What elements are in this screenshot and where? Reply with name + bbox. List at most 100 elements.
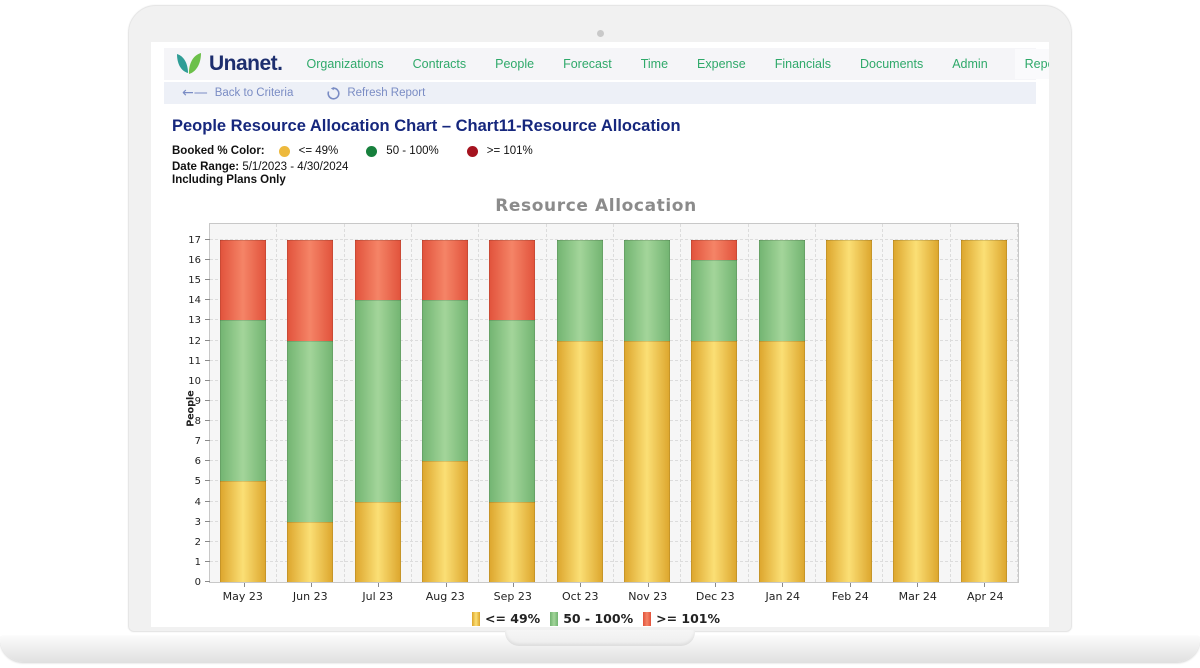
unanet-leaf-icon bbox=[176, 52, 202, 76]
nav-item-time[interactable]: Time bbox=[639, 49, 670, 79]
stacked-bar-may-23 bbox=[220, 240, 266, 582]
nav-item-people[interactable]: People bbox=[493, 49, 536, 79]
refresh-report-label: Refresh Report bbox=[347, 87, 425, 99]
y-tick-label: 8 bbox=[175, 416, 201, 427]
nav-item-expense[interactable]: Expense bbox=[695, 49, 748, 79]
stacked-bar-aug-23 bbox=[422, 240, 468, 582]
booked-chip-label: 50 - 100% bbox=[386, 145, 438, 157]
bar-segment bbox=[759, 240, 805, 341]
stacked-bar-jul-23 bbox=[355, 240, 401, 582]
chart-legend-item-2: >= 101% bbox=[643, 611, 720, 626]
x-axis-label: Oct 23 bbox=[547, 590, 615, 603]
x-axis-label: Jul 23 bbox=[344, 590, 412, 603]
y-tick-label: 1 bbox=[175, 557, 201, 568]
y-tick-label: 6 bbox=[175, 456, 201, 467]
bar-segment bbox=[489, 240, 535, 320]
bar-segment bbox=[691, 260, 737, 340]
web-page: Unanet. Organizations Contracts People Fore… bbox=[164, 48, 1036, 626]
bar-segment bbox=[826, 240, 872, 582]
bar-segment bbox=[893, 240, 939, 582]
camera-icon bbox=[597, 30, 604, 37]
chart-legend-label: >= 101% bbox=[656, 611, 720, 626]
y-tick-label: 12 bbox=[175, 336, 201, 347]
bar-segment bbox=[961, 240, 1007, 582]
nav-item-admin[interactable]: Admin bbox=[950, 49, 989, 79]
bar-segment bbox=[489, 502, 535, 582]
stacked-bar-oct-23 bbox=[557, 240, 603, 582]
bar-slot bbox=[951, 224, 1018, 582]
x-tick-mark bbox=[446, 583, 447, 587]
laptop-screen: Unanet. Organizations Contracts People Fore… bbox=[151, 42, 1049, 627]
bar-slot bbox=[681, 224, 748, 582]
x-tick-mark bbox=[513, 583, 514, 587]
nav-item-organizations[interactable]: Organizations bbox=[305, 49, 386, 79]
stacked-bar-feb-24 bbox=[826, 240, 872, 582]
bar-slot bbox=[210, 224, 277, 582]
stacked-bar-jun-23 bbox=[287, 240, 333, 582]
chart-legend-label: 50 - 100% bbox=[563, 611, 633, 626]
y-tick-label: 0 bbox=[175, 577, 201, 588]
legend-dot-icon bbox=[366, 146, 377, 157]
x-tick-mark bbox=[648, 583, 649, 587]
bar-slot bbox=[412, 224, 479, 582]
booked-color-label: Booked % Color: bbox=[172, 145, 265, 157]
y-tick-label: 17 bbox=[175, 235, 201, 246]
x-axis-labels: May 23Jun 23Jul 23Aug 23Sep 23Oct 23Nov … bbox=[209, 590, 1019, 603]
chart-legend-item-0: <= 49% bbox=[472, 611, 540, 626]
bar-segment bbox=[355, 300, 401, 501]
x-axis-label: May 23 bbox=[209, 590, 277, 603]
nav-item-contracts[interactable]: Contracts bbox=[411, 49, 469, 79]
y-tick-label: 16 bbox=[175, 255, 201, 266]
date-range-value: 5/1/2023 - 4/30/2024 bbox=[242, 161, 348, 173]
legend-bar-icon bbox=[550, 612, 558, 626]
refresh-icon bbox=[327, 87, 340, 100]
x-axis-label: Jan 24 bbox=[749, 590, 817, 603]
booked-chip-label: >= 101% bbox=[487, 145, 533, 157]
page-title: People Resource Allocation Chart – Chart… bbox=[172, 117, 1036, 136]
x-tick-mark bbox=[850, 583, 851, 587]
bar-slot bbox=[345, 224, 412, 582]
x-axis-label: Sep 23 bbox=[479, 590, 547, 603]
bar-segment bbox=[287, 240, 333, 341]
top-nav-bar: Unanet. Organizations Contracts People Fore… bbox=[164, 48, 1036, 80]
x-axis-label: Mar 24 bbox=[884, 590, 952, 603]
bar-segment bbox=[691, 240, 737, 260]
legend-bar-icon bbox=[472, 612, 480, 626]
y-tick-label: 13 bbox=[175, 315, 201, 326]
nav-item-forecast[interactable]: Forecast bbox=[561, 49, 614, 79]
stacked-bar-dec-23 bbox=[691, 240, 737, 582]
bar-segment bbox=[422, 300, 468, 461]
chart-legend-item-1: 50 - 100% bbox=[550, 611, 633, 626]
bar-slot bbox=[277, 224, 344, 582]
bar-segment bbox=[557, 240, 603, 341]
y-tick-label: 9 bbox=[175, 396, 201, 407]
back-arrow-icon: ←— bbox=[182, 88, 208, 98]
booked-chip-label: <= 49% bbox=[299, 145, 339, 157]
x-tick-mark bbox=[782, 583, 783, 587]
x-axis-label: Nov 23 bbox=[614, 590, 682, 603]
y-tick-label: 5 bbox=[175, 476, 201, 487]
stacked-bar-apr-24 bbox=[961, 240, 1007, 582]
stacked-bar-jan-24 bbox=[759, 240, 805, 582]
bar-slot bbox=[614, 224, 681, 582]
x-tick-mark bbox=[378, 583, 379, 587]
plot-area: 01234567891011121314151617 bbox=[209, 223, 1019, 583]
bar-segment bbox=[691, 341, 737, 582]
refresh-report-button[interactable]: Refresh Report bbox=[327, 87, 425, 100]
y-tick-label: 15 bbox=[175, 275, 201, 286]
back-to-criteria-label: Back to Criteria bbox=[215, 87, 294, 99]
x-tick-mark bbox=[244, 583, 245, 587]
y-tick-label: 14 bbox=[175, 295, 201, 306]
unanet-logo[interactable]: Unanet. bbox=[176, 52, 283, 76]
bar-segment bbox=[759, 341, 805, 582]
back-to-criteria-button[interactable]: ←— Back to Criteria bbox=[182, 87, 293, 99]
legend-dot-icon bbox=[467, 146, 478, 157]
nav-item-documents[interactable]: Documents bbox=[858, 49, 925, 79]
nav-item-reports[interactable]: Reports bbox=[1015, 49, 1049, 79]
chart-title: Resource Allocation bbox=[173, 196, 1019, 216]
y-tick-label: 11 bbox=[175, 356, 201, 367]
x-tick-mark bbox=[984, 583, 985, 587]
x-axis-label: Aug 23 bbox=[412, 590, 480, 603]
nav-item-financials[interactable]: Financials bbox=[773, 49, 833, 79]
y-tick-label: 3 bbox=[175, 517, 201, 528]
